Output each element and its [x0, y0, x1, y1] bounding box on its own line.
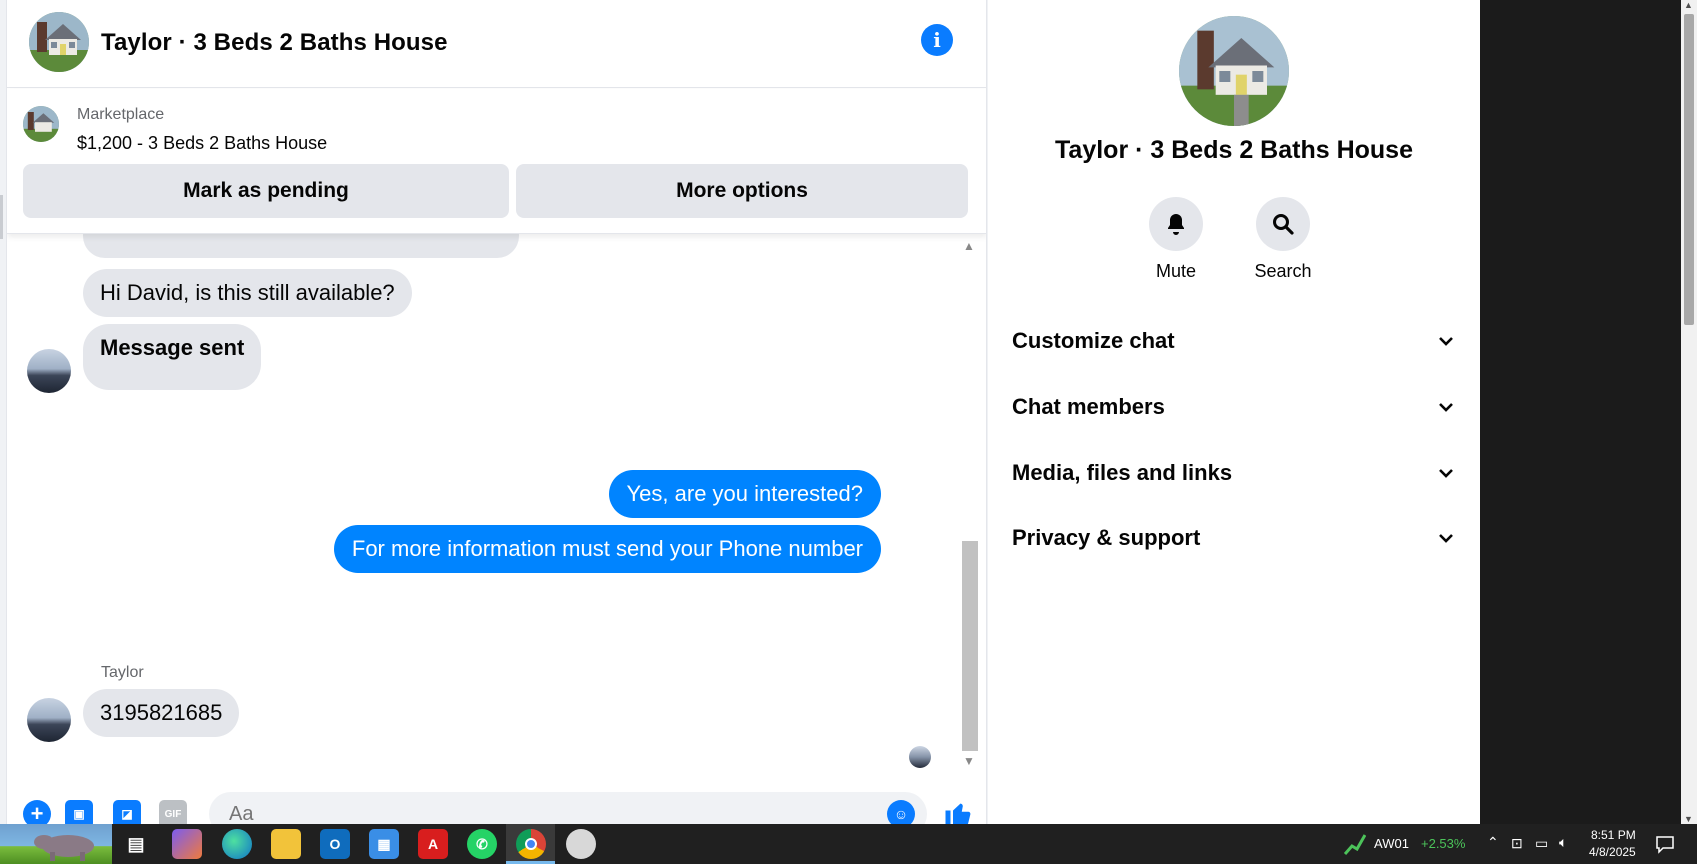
media-files-links-section[interactable]: Media, files and links	[1012, 449, 1456, 497]
conversation-title[interactable]: Taylor · 3 Beds 2 Baths House	[101, 29, 448, 57]
message-input[interactable]	[209, 792, 927, 824]
search-icon[interactable]	[1256, 197, 1310, 251]
show-hidden-icons-chevron-icon[interactable]: ⌃	[1487, 834, 1499, 851]
scroll-up-arrow-icon[interactable]: ▲	[963, 239, 975, 253]
message-text: Yes, are you interested?	[626, 481, 863, 506]
thumbs-up-icon[interactable]	[941, 796, 975, 824]
customize-chat-section[interactable]: Customize chat	[1012, 317, 1456, 365]
stock-ticker[interactable]: AW01	[1374, 836, 1409, 851]
chevron-down-icon	[1439, 337, 1453, 346]
plus-icon[interactable]: +	[23, 800, 51, 824]
scroll-down-arrow-icon[interactable]: ▼	[963, 754, 975, 768]
message-text: 3195821685	[100, 700, 223, 725]
blank-black-region	[1480, 0, 1681, 824]
section-title: Customize chat	[1012, 328, 1175, 353]
bell-icon[interactable]	[1149, 197, 1203, 251]
listing-thumbnail[interactable]	[23, 106, 59, 142]
page-scrollbar[interactable]: ▲ ▼	[1681, 0, 1697, 824]
chat-members-section[interactable]: Chat members	[1012, 383, 1456, 431]
clock-date[interactable]: 4/8/2025	[1589, 845, 1636, 859]
chat-header: Taylor · 3 Beds 2 Baths House i	[7, 0, 986, 88]
photo-icon[interactable]: ▣	[65, 800, 93, 824]
chat-scrollbar-thumb[interactable]	[962, 541, 978, 751]
message-bubble-outgoing[interactable]: For more information must send your Phon…	[333, 525, 881, 573]
notification-center-icon[interactable]	[1655, 834, 1675, 854]
message-bubble-incoming[interactable]: Message sent	[83, 324, 262, 390]
listing-title[interactable]: $1,200 - 3 Beds 2 Baths House	[77, 133, 327, 154]
chevron-down-icon	[1439, 403, 1453, 412]
mute-action[interactable]: Mute	[1146, 197, 1206, 282]
task-view-icon[interactable]: ▤	[121, 829, 151, 859]
message-text: For more information must send your Phon…	[351, 536, 863, 561]
chat-panel: Taylor · 3 Beds 2 Baths House i Marketpl…	[7, 0, 987, 824]
start-widget-hippo-icon[interactable]	[0, 824, 112, 864]
adobe-acrobat-icon[interactable]: A	[418, 829, 448, 859]
outlook-icon[interactable]: O	[320, 829, 350, 859]
stock-change[interactable]: +2.53%	[1421, 836, 1465, 851]
mark-as-pending-button[interactable]: Mark as pending	[23, 164, 509, 218]
message-text: Hi David, is this still available?	[100, 280, 395, 305]
more-options-button[interactable]: More options	[516, 164, 968, 218]
search-action[interactable]: Search	[1253, 197, 1313, 282]
left-edge-marker	[0, 195, 3, 239]
message-bubble-incoming[interactable]: Hi David, is this still available?	[83, 269, 412, 317]
copilot-icon[interactable]	[172, 829, 202, 859]
peer-avatar[interactable]	[27, 349, 71, 393]
message-bubble-cutoff	[83, 234, 519, 258]
chevron-down-icon	[1439, 469, 1453, 478]
profile-avatar-large[interactable]	[1179, 16, 1289, 126]
privacy-support-section[interactable]: Privacy & support	[1012, 514, 1456, 562]
section-title: Privacy & support	[1012, 525, 1201, 550]
snipping-tool-icon[interactable]	[566, 829, 596, 859]
microsoft-store-icon[interactable]: ▦	[369, 829, 399, 859]
scroll-up-arrow-icon[interactable]: ▲	[1684, 0, 1693, 10]
gif-icon[interactable]: GIF	[159, 800, 187, 824]
profile-title: Taylor · 3 Beds 2 Baths House	[1055, 136, 1413, 164]
edge-browser-icon[interactable]	[222, 829, 252, 859]
message-bubble-incoming[interactable]: 3195821685	[83, 689, 240, 737]
message-text: Message sent	[100, 335, 245, 360]
conversation-info-panel: Taylor · 3 Beds 2 Baths House Mute Searc…	[988, 0, 1480, 824]
volume-icon[interactable]: 🔈︎	[1559, 834, 1567, 851]
message-composer: + ▣ ◪ GIF ☺	[7, 776, 986, 824]
sticker-icon[interactable]: ◪	[113, 800, 141, 824]
info-icon[interactable]: i	[921, 24, 953, 56]
whatsapp-icon[interactable]: ✆	[467, 829, 497, 859]
scroll-down-arrow-icon[interactable]: ▼	[1684, 814, 1693, 824]
clock-time[interactable]: 8:51 PM	[1591, 828, 1636, 842]
marketplace-listing-card: Marketplace $1,200 - 3 Beds 2 Baths Hous…	[7, 89, 986, 234]
left-edge-strip	[0, 0, 7, 824]
file-explorer-icon[interactable]	[271, 829, 301, 859]
section-title: Media, files and links	[1012, 460, 1233, 485]
stock-chart-icon	[1344, 834, 1366, 855]
search-label: Search	[1254, 261, 1312, 281]
chat-scrollbar[interactable]: ▲ ▼	[959, 234, 981, 776]
windows-taskbar: ▤ O ▦ A ✆ AW01 +2.53% ⌃ ⊡ ▭ 🔈︎ 8:51 PM 4…	[0, 824, 1697, 864]
emoji-icon[interactable]: ☺	[887, 800, 915, 824]
mute-label: Mute	[1155, 261, 1197, 281]
network-icon[interactable]: ▭	[1535, 835, 1548, 852]
message-list: Hi David, is this still available? Messa…	[7, 234, 957, 776]
page-scrollbar-thumb[interactable]	[1684, 14, 1694, 325]
meet-now-icon[interactable]: ⊡	[1511, 835, 1523, 852]
seen-indicator-avatar	[909, 746, 931, 768]
chrome-icon[interactable]	[516, 829, 546, 859]
section-title: Chat members	[1012, 394, 1165, 419]
peer-avatar[interactable]	[27, 698, 71, 742]
chevron-down-icon	[1439, 534, 1453, 543]
sender-name: Taylor	[101, 664, 144, 681]
message-bubble-outgoing[interactable]: Yes, are you interested?	[608, 470, 881, 518]
conversation-avatar[interactable]	[29, 12, 89, 72]
listing-source-label: Marketplace	[77, 106, 165, 123]
